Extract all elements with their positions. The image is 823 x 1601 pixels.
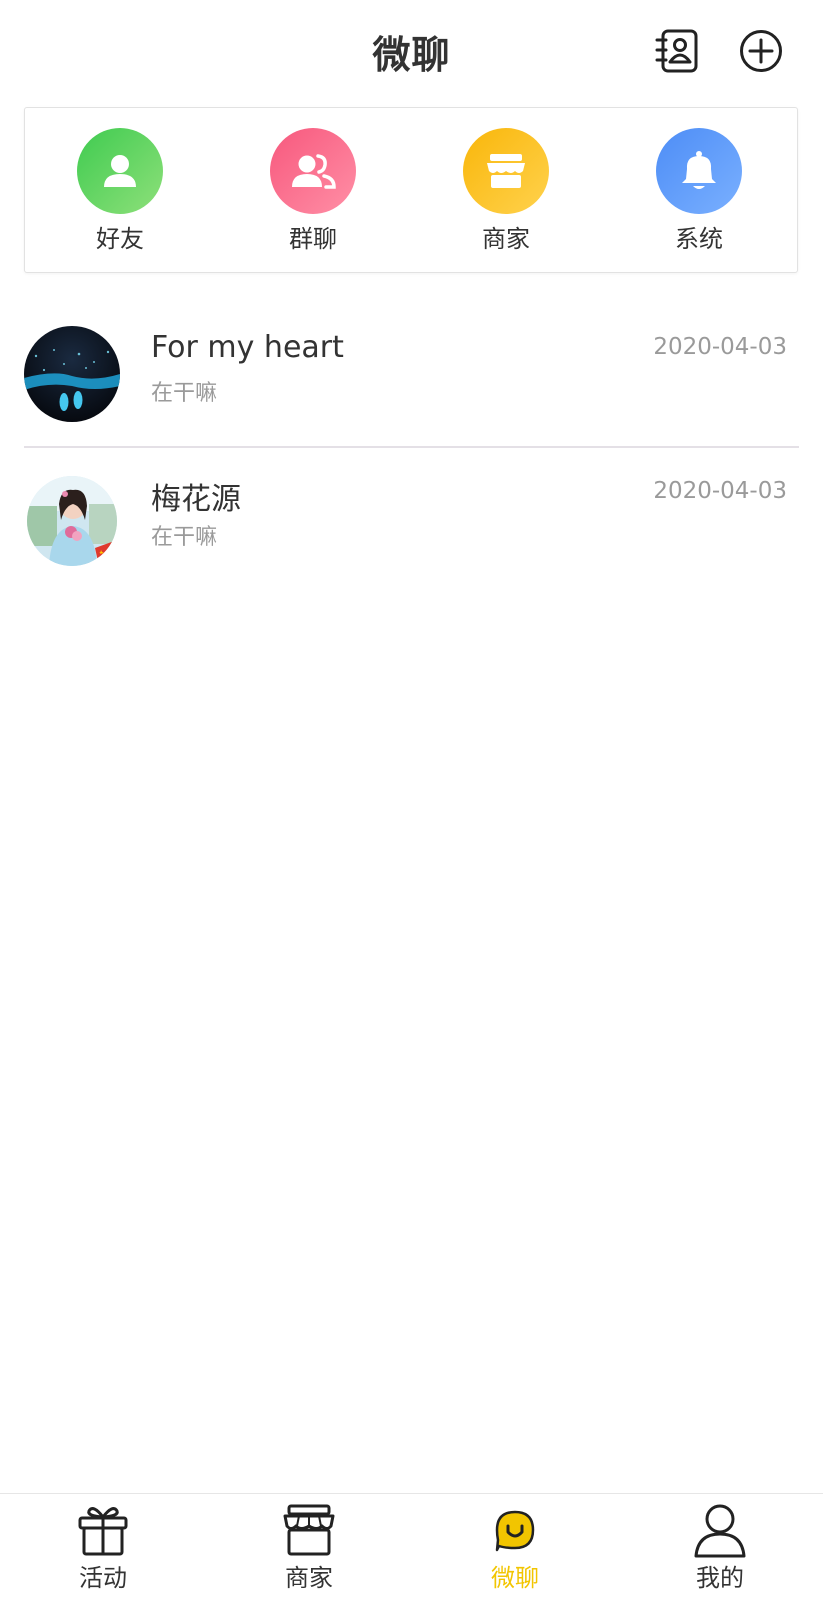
- page-title: 微聊: [372, 33, 451, 77]
- tab-label: 活动: [79, 1564, 127, 1592]
- category-system[interactable]: 系统: [639, 128, 759, 254]
- chat-last-message: 在干嘛: [151, 381, 218, 406]
- chat-last-message: 在干嘛: [151, 525, 218, 550]
- category-card: 好友 群聊 商家 系统: [24, 107, 798, 273]
- category-friends[interactable]: 好友: [60, 128, 180, 254]
- chat-list-item[interactable]: For my heart 在干嘛 2020-04-03: [0, 310, 823, 450]
- person-icon: [694, 1504, 746, 1558]
- shop-icon: [463, 128, 549, 214]
- contacts-icon[interactable]: [655, 28, 699, 74]
- category-label: 系统: [675, 225, 723, 253]
- chat-date: 2020-04-03: [653, 478, 787, 504]
- bell-icon: [656, 128, 742, 214]
- chat-name: For my heart: [151, 330, 344, 365]
- add-icon[interactable]: [738, 28, 784, 74]
- avatar: [27, 476, 117, 566]
- category-label: 商家: [482, 225, 530, 253]
- category-group-chat[interactable]: 群聊: [253, 128, 373, 254]
- chat-list-item[interactable]: 梅花源 在干嘛 2020-04-03: [0, 458, 823, 598]
- shop-icon: [283, 1504, 335, 1556]
- group-chat-icon: [270, 128, 356, 214]
- header: 微聊: [0, 0, 823, 100]
- tab-shop[interactable]: 商家: [249, 1502, 369, 1593]
- divider: [24, 446, 799, 448]
- tab-label: 微聊: [491, 1564, 539, 1592]
- tab-chat[interactable]: 微聊: [455, 1502, 575, 1593]
- category-label: 好友: [96, 225, 144, 253]
- tab-activities[interactable]: 活动: [43, 1502, 163, 1593]
- friend-icon: [77, 128, 163, 214]
- tab-me[interactable]: 我的: [660, 1502, 780, 1593]
- chat-date: 2020-04-03: [653, 334, 787, 360]
- tab-label: 我的: [696, 1564, 744, 1592]
- category-label: 群聊: [289, 225, 337, 253]
- chat-name: 梅花源: [151, 482, 241, 517]
- bottom-tab-bar: 活动 商家 微聊 我的: [0, 1493, 823, 1601]
- category-shop[interactable]: 商家: [446, 128, 566, 254]
- avatar: [24, 326, 120, 422]
- chat-smile-icon: [495, 1510, 535, 1552]
- tab-label: 商家: [285, 1564, 333, 1592]
- gift-icon: [78, 1507, 128, 1556]
